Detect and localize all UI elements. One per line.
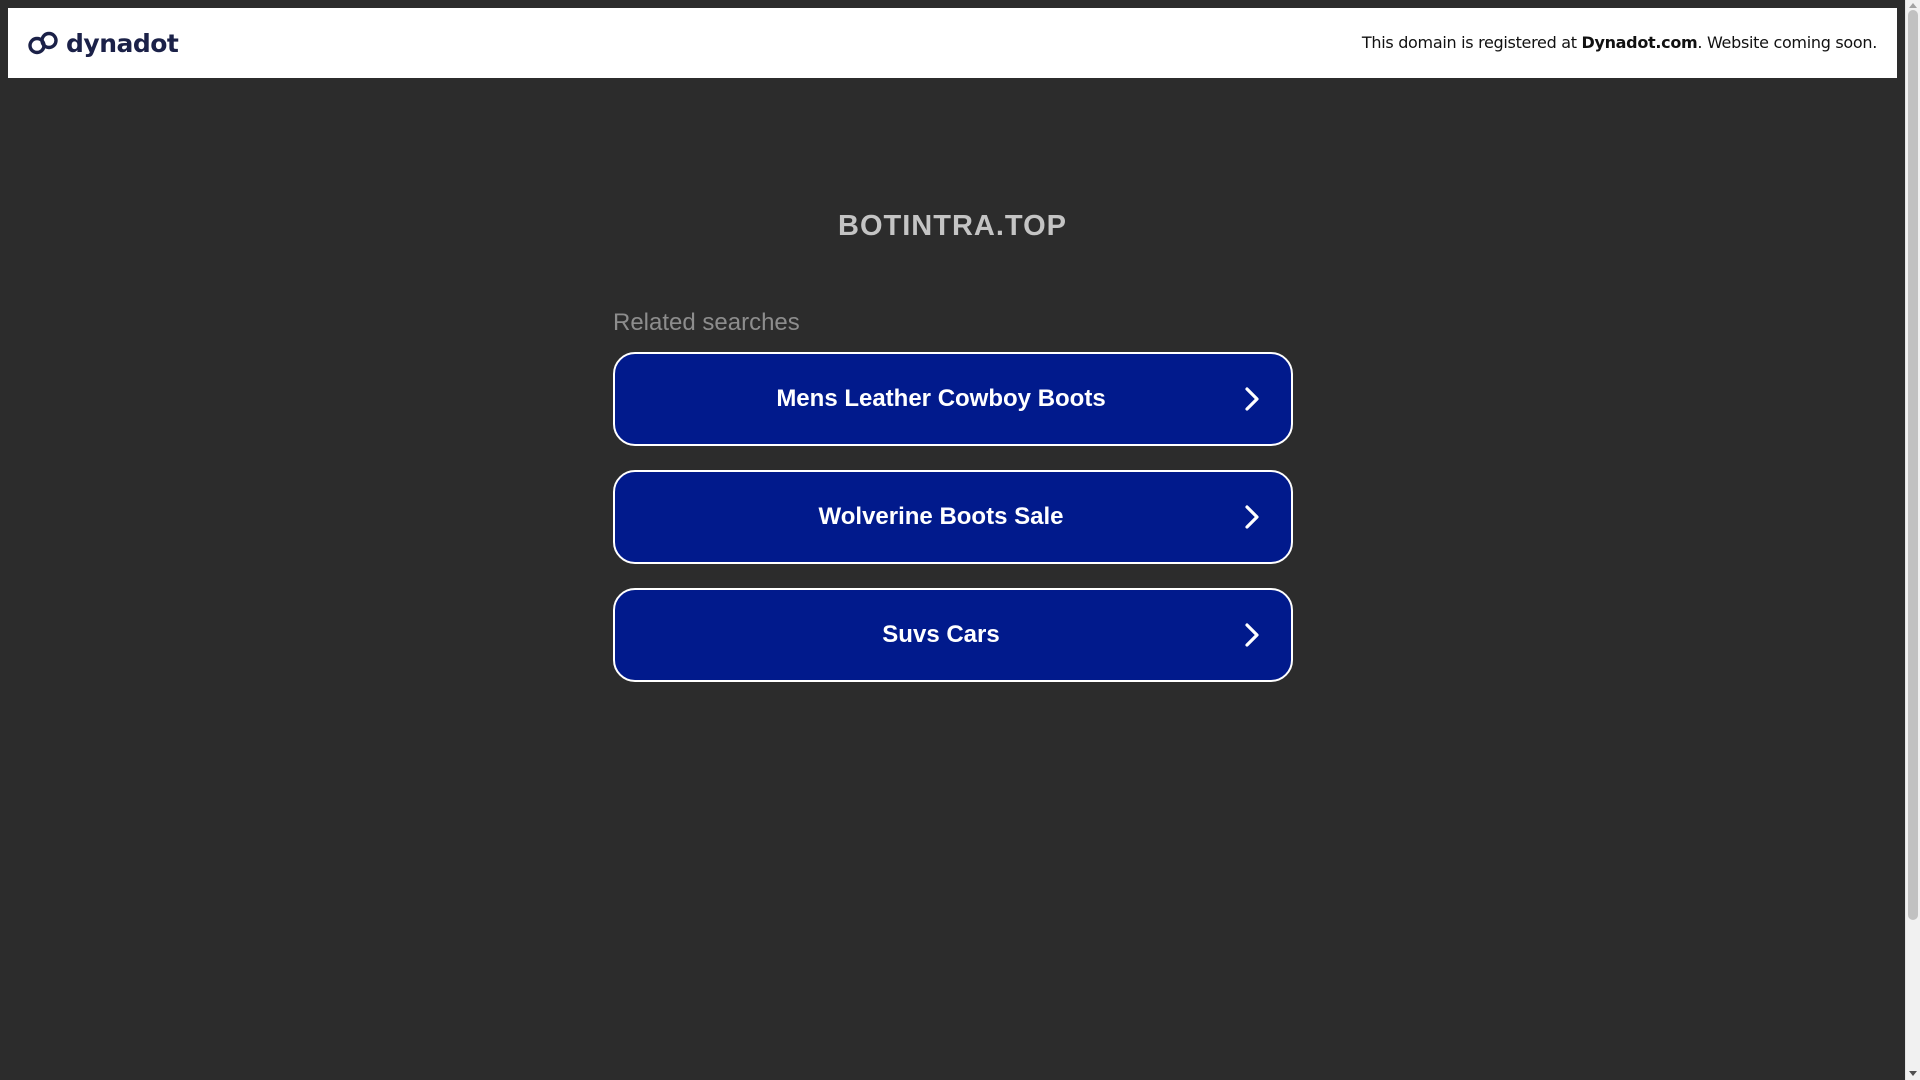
scrollbar-thumb[interactable] (1908, 10, 1918, 920)
dynadot-link-logo-icon (27, 27, 59, 59)
related-searches-list: Mens Leather Cowboy Boots Wolverine Boot… (613, 352, 1293, 706)
registration-notice: This domain is registered at Dynadot.com… (1362, 33, 1877, 52)
search-link-label: Suvs Cars (882, 621, 1000, 648)
scroll-up-arrow-icon[interactable] (1909, 3, 1917, 8)
notice-brand: Dynadot.com (1581, 33, 1698, 52)
vertical-scrollbar[interactable] (1905, 0, 1920, 1080)
notice-prefix: This domain is registered at (1361, 33, 1582, 52)
search-link-label: Wolverine Boots Sale (818, 503, 1064, 530)
logo-text: dynadot (66, 28, 179, 58)
search-link-label: Mens Leather Cowboy Boots (776, 385, 1106, 412)
chevron-right-icon (1245, 505, 1259, 529)
notice-suffix: . Website coming soon. (1697, 33, 1877, 52)
scroll-down-arrow-icon[interactable] (1909, 1071, 1917, 1076)
page-viewport: dynadot This domain is registered at Dyn… (0, 0, 1905, 1080)
search-link-suvs-cars[interactable]: Suvs Cars (613, 588, 1293, 682)
chevron-right-icon (1245, 387, 1259, 411)
search-link-wolverine-boots-sale[interactable]: Wolverine Boots Sale (613, 470, 1293, 564)
related-searches-heading: Related searches (613, 309, 800, 336)
dynadot-logo[interactable]: dynadot (27, 26, 179, 60)
search-link-mens-leather-cowboy-boots[interactable]: Mens Leather Cowboy Boots (613, 352, 1293, 446)
chevron-right-icon (1245, 623, 1259, 647)
top-strip (0, 0, 1905, 8)
domain-title: BOTINTRA.TOP (838, 210, 1067, 242)
header-bar: dynadot This domain is registered at Dyn… (8, 8, 1897, 78)
